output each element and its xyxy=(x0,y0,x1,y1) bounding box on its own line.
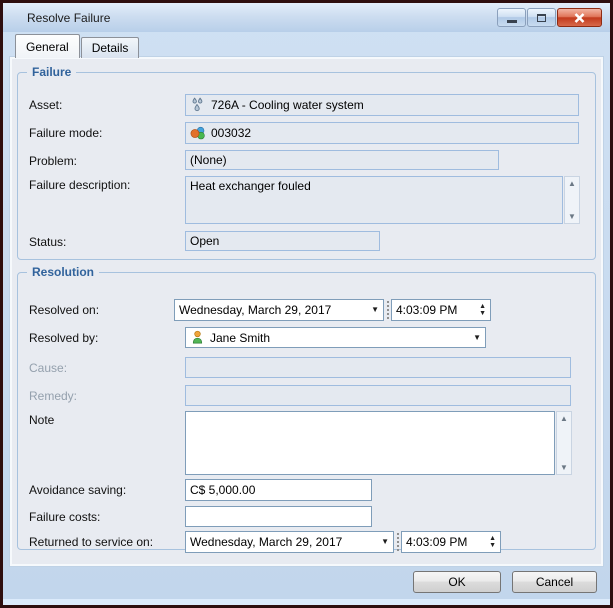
failure-costs-label: Failure costs: xyxy=(29,510,101,524)
resolved-on-date-picker[interactable]: Wednesday, March 29, 2017 ▼ xyxy=(174,299,384,321)
returned-date-value: Wednesday, March 29, 2017 xyxy=(190,535,343,549)
scroll-up-icon[interactable]: ▲ xyxy=(568,179,576,188)
water-drops-icon xyxy=(190,97,206,113)
asset-field[interactable]: 726A - Cooling water system xyxy=(185,94,579,116)
resolved-on-label: Resolved on: xyxy=(29,303,100,317)
failure-mode-label: Failure mode: xyxy=(29,126,103,140)
asset-value: 726A - Cooling water system xyxy=(211,98,364,112)
avoidance-saving-label: Avoidance saving: xyxy=(29,483,127,497)
avoidance-saving-input[interactable]: C$ 5,000.00 xyxy=(185,479,372,501)
chevron-down-icon[interactable]: ▼ xyxy=(381,538,389,546)
chevron-down-icon[interactable]: ▼ xyxy=(371,306,379,314)
note-scrollbar[interactable]: ▲ ▼ xyxy=(556,411,572,475)
problem-field[interactable]: (None) xyxy=(185,150,499,170)
colored-balls-icon xyxy=(190,125,206,141)
cause-label: Cause: xyxy=(29,361,68,375)
resolved-by-value: Jane Smith xyxy=(210,330,271,345)
status-label: Status: xyxy=(29,235,67,249)
close-button[interactable] xyxy=(557,8,602,27)
problem-value: (None) xyxy=(190,153,227,167)
resolved-by-combobox[interactable]: Jane Smith ▼ xyxy=(185,327,486,348)
failure-description-field[interactable]: Heat exchanger fouled xyxy=(185,176,563,224)
note-label: Note xyxy=(29,413,55,427)
window-bottom-edge xyxy=(3,599,610,605)
returned-date-picker[interactable]: Wednesday, March 29, 2017 ▼ xyxy=(185,531,394,553)
close-icon xyxy=(574,12,585,23)
cancel-button[interactable]: Cancel xyxy=(512,571,597,593)
tab-details[interactable]: Details xyxy=(80,37,140,58)
returned-to-service-label: Returned to service on: xyxy=(29,535,154,549)
returned-time-field[interactable]: 4:03:09 PM ▲ ▼ xyxy=(401,531,501,553)
failure-description-label: Failure description: xyxy=(29,178,131,192)
tab-general[interactable]: General xyxy=(15,34,80,58)
spinner-up-icon[interactable]: ▲ xyxy=(479,303,486,310)
spinner-down-icon[interactable]: ▼ xyxy=(479,310,486,317)
resolved-on-time-value: 4:03:09 PM xyxy=(396,303,458,317)
ok-button[interactable]: OK xyxy=(413,571,501,593)
window-controls xyxy=(497,8,602,27)
date-time-separator xyxy=(387,301,389,319)
failure-group-title: Failure xyxy=(27,65,77,79)
returned-time-value: 4:03:09 PM xyxy=(406,535,468,549)
resolved-by-label: Resolved by: xyxy=(29,331,99,345)
remedy-field xyxy=(185,385,571,406)
problem-label: Problem: xyxy=(29,154,78,168)
note-textarea[interactable] xyxy=(185,411,555,475)
scroll-up-icon[interactable]: ▲ xyxy=(560,414,568,423)
scroll-down-icon[interactable]: ▼ xyxy=(560,463,568,472)
spinner-up-icon[interactable]: ▲ xyxy=(489,535,496,542)
resolve-failure-dialog: Resolve Failure General Details Failure … xyxy=(0,0,613,608)
resolution-group-title: Resolution xyxy=(27,265,99,279)
maximize-button[interactable] xyxy=(527,8,556,27)
failure-costs-input[interactable] xyxy=(185,506,372,527)
avoidance-saving-value: C$ 5,000.00 xyxy=(190,483,256,497)
time-spinner[interactable]: ▲ ▼ xyxy=(489,535,496,549)
scroll-down-icon[interactable]: ▼ xyxy=(568,212,576,221)
dialog-footer: OK Cancel xyxy=(413,571,597,593)
failure-description-value: Heat exchanger fouled xyxy=(190,179,311,193)
user-icon xyxy=(190,330,205,345)
minimize-icon xyxy=(506,19,517,23)
maximize-icon xyxy=(537,13,546,22)
chevron-down-icon[interactable]: ▼ xyxy=(473,333,481,342)
resolved-on-date-value: Wednesday, March 29, 2017 xyxy=(179,303,332,317)
resolution-group: Resolution Resolved on: Wednesday, March… xyxy=(17,265,596,553)
failure-mode-value: 003032 xyxy=(211,126,252,140)
failure-description-scrollbar[interactable]: ▲ ▼ xyxy=(564,176,580,224)
status-field[interactable]: Open xyxy=(185,231,380,251)
remedy-label: Remedy: xyxy=(29,389,78,403)
cause-field xyxy=(185,357,571,378)
asset-label: Asset: xyxy=(29,98,63,112)
resolved-on-time-field[interactable]: 4:03:09 PM ▲ ▼ xyxy=(391,299,491,321)
tab-strip: General Details xyxy=(15,34,140,58)
status-value: Open xyxy=(190,234,220,248)
minimize-button[interactable] xyxy=(497,8,526,27)
failure-group: Failure Asset: 726A - Cooling water syst… xyxy=(17,65,596,260)
time-spinner[interactable]: ▲ ▼ xyxy=(479,303,486,317)
failure-mode-field[interactable]: 003032 xyxy=(185,122,579,144)
window-title: Resolve Failure xyxy=(27,10,111,25)
date-time-separator xyxy=(397,533,399,551)
tab-page-general: Failure Asset: 726A - Cooling water syst… xyxy=(9,56,604,567)
spinner-down-icon[interactable]: ▼ xyxy=(489,542,496,549)
